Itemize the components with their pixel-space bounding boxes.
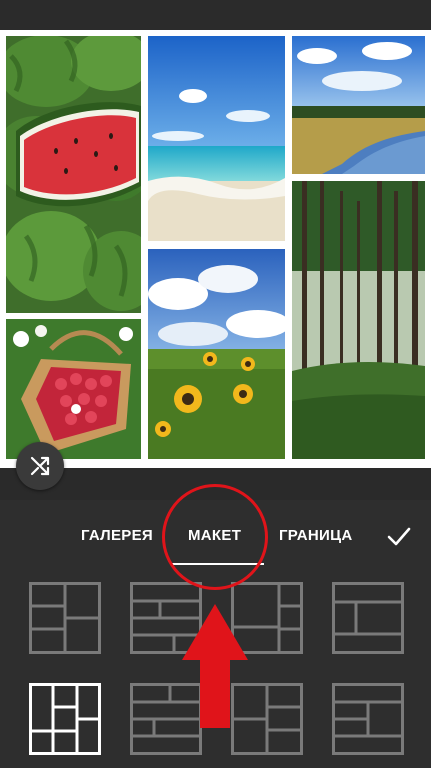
layout-option-4[interactable] bbox=[332, 582, 404, 654]
photo-river[interactable] bbox=[292, 36, 425, 174]
shuffle-button[interactable] bbox=[16, 442, 64, 490]
photo-watermelons[interactable] bbox=[6, 36, 141, 313]
photo-collage bbox=[0, 30, 431, 468]
photo-sunflowers[interactable] bbox=[148, 249, 285, 459]
annotation-arrow-up-icon bbox=[182, 604, 248, 728]
photo-beach[interactable] bbox=[148, 36, 285, 241]
layout-option-1[interactable] bbox=[29, 582, 101, 654]
top-bar bbox=[0, 0, 431, 30]
tab-gallery[interactable]: ГАЛЕРЕЯ bbox=[81, 527, 153, 544]
check-icon[interactable] bbox=[386, 523, 412, 549]
tab-border[interactable]: ГРАНИЦА bbox=[279, 527, 353, 544]
shuffle-icon bbox=[30, 456, 50, 476]
layout-option-5-selected[interactable] bbox=[29, 683, 101, 755]
layout-option-8[interactable] bbox=[332, 683, 404, 755]
annotation-circle bbox=[162, 484, 268, 590]
photo-forest[interactable] bbox=[292, 181, 425, 459]
photo-raspberries[interactable] bbox=[6, 319, 141, 459]
